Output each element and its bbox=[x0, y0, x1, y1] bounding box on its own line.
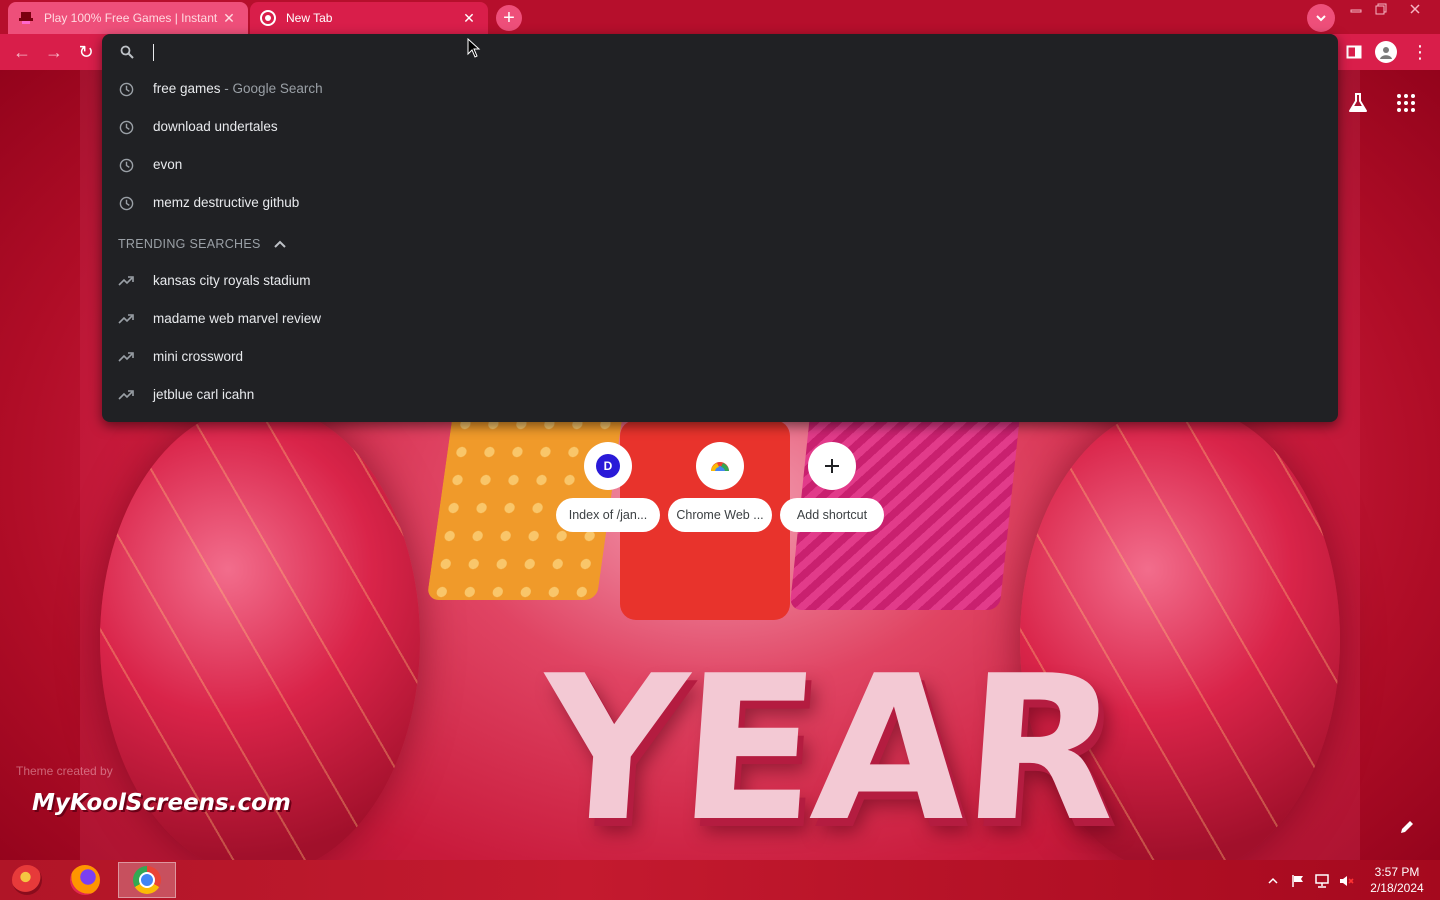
omnibox-row bbox=[102, 34, 1338, 70]
suggestion-text: evon bbox=[153, 157, 183, 172]
suggestion-text: kansas city royals stadium bbox=[153, 273, 311, 288]
action-center-flag-icon[interactable] bbox=[1290, 872, 1306, 890]
tab-title: Play 100% Free Games | Instant & bbox=[44, 11, 220, 25]
omnibox-dropdown: free games - Google Search download unde… bbox=[102, 34, 1338, 422]
tab-search-button[interactable] bbox=[1307, 4, 1335, 32]
google-apps-icon[interactable] bbox=[1394, 91, 1418, 115]
suggestion-trending[interactable]: kansas city royals stadium bbox=[102, 262, 1338, 300]
mouse-cursor-icon bbox=[467, 38, 481, 58]
chevron-up-icon[interactable] bbox=[273, 237, 287, 251]
shortcut-chrome-web-store[interactable]: Chrome Web ... bbox=[668, 442, 772, 534]
shortcut-index-of-jan[interactable]: D Index of /jan... bbox=[556, 442, 660, 534]
network-icon[interactable] bbox=[1314, 872, 1330, 890]
clock-icon bbox=[118, 195, 134, 211]
side-panel-icon bbox=[1346, 45, 1362, 59]
trending-icon bbox=[118, 273, 134, 289]
shortcut-tile bbox=[808, 442, 856, 490]
clock-icon bbox=[118, 157, 134, 173]
tab-new-tab[interactable]: New Tab ✕ bbox=[250, 2, 488, 34]
close-tab-icon[interactable]: ✕ bbox=[220, 9, 238, 27]
windows-taskbar bbox=[0, 860, 1440, 900]
chevron-up-icon bbox=[1268, 877, 1278, 884]
chrome-icon bbox=[260, 10, 276, 26]
clock-icon bbox=[118, 81, 134, 97]
clock-date: 2/18/2024 bbox=[1370, 881, 1424, 895]
clock-icon bbox=[118, 119, 134, 135]
tab-strip: Play 100% Free Games | Instant & ✕ New T… bbox=[0, 0, 1440, 34]
trending-icon bbox=[118, 311, 134, 327]
year-artwork-text: YEAR bbox=[531, 633, 1123, 866]
shortcut-label: Chrome Web ... bbox=[668, 498, 772, 532]
suggestion-history[interactable]: download undertales bbox=[102, 108, 1338, 146]
minimize-window-button[interactable] bbox=[1343, 0, 1369, 18]
clock-time: 3:57 PM bbox=[1374, 865, 1420, 879]
chrome-menu-button[interactable]: ⋮ bbox=[1408, 40, 1432, 64]
site-letter-badge: D bbox=[596, 454, 620, 478]
close-tab-icon[interactable]: ✕ bbox=[460, 9, 478, 27]
theme-credit-link[interactable]: MyKoolScreens.com bbox=[32, 790, 291, 816]
suggestion-trending[interactable]: mini crossword bbox=[102, 338, 1338, 376]
trending-icon bbox=[118, 387, 134, 403]
restore-window-button[interactable] bbox=[1368, 0, 1394, 18]
start-button[interactable] bbox=[0, 862, 54, 898]
start-orb-icon bbox=[12, 865, 42, 895]
suggestion-history[interactable]: free games - Google Search bbox=[102, 70, 1338, 108]
trending-icon bbox=[118, 349, 134, 365]
omnibox-input[interactable] bbox=[152, 40, 1312, 64]
chrome-web-store-icon bbox=[711, 462, 729, 471]
shortcut-tile: D bbox=[584, 442, 632, 490]
pencil-icon bbox=[1401, 821, 1413, 833]
side-panel-button[interactable] bbox=[1342, 40, 1366, 64]
avatar-icon bbox=[1375, 41, 1397, 63]
new-tab-button[interactable]: + bbox=[496, 5, 522, 31]
chrome-labs-icon[interactable] bbox=[1346, 91, 1370, 115]
suggestion-history[interactable]: memz destructive github bbox=[102, 184, 1338, 222]
trending-header-label: TRENDING SEARCHES bbox=[118, 237, 261, 251]
firefox-icon bbox=[70, 865, 100, 895]
suggestion-trending[interactable]: madame web marvel review bbox=[102, 300, 1338, 338]
game-favicon-icon bbox=[18, 10, 34, 26]
suggestion-history[interactable]: evon bbox=[102, 146, 1338, 184]
taskbar-chrome[interactable] bbox=[118, 862, 176, 898]
theme-credit-caption: Theme created by bbox=[16, 764, 113, 778]
tab-title: New Tab bbox=[286, 11, 333, 25]
show-hidden-icons-button[interactable] bbox=[1266, 872, 1280, 890]
chrome-icon bbox=[133, 866, 161, 894]
taskbar-firefox[interactable] bbox=[58, 862, 112, 898]
shortcut-label: Index of /jan... bbox=[556, 498, 660, 532]
reload-button[interactable]: ↻ bbox=[74, 40, 98, 64]
suggestion-text: free games - Google Search bbox=[153, 81, 323, 96]
forward-button[interactable]: → bbox=[42, 40, 66, 64]
shortcut-label: Add shortcut bbox=[780, 498, 884, 532]
suggestion-text: jetblue carl icahn bbox=[153, 387, 255, 402]
system-clock[interactable]: 3:57 PM 2/18/2024 bbox=[1366, 864, 1428, 896]
suggestion-text: download undertales bbox=[153, 119, 278, 134]
search-icon bbox=[118, 43, 136, 61]
plus-icon bbox=[825, 459, 839, 473]
add-shortcut-button[interactable]: Add shortcut bbox=[780, 442, 884, 534]
close-window-button[interactable] bbox=[1400, 0, 1430, 18]
tab-free-games[interactable]: Play 100% Free Games | Instant & ✕ bbox=[8, 2, 248, 34]
volume-muted-icon[interactable] bbox=[1338, 872, 1356, 890]
suggestion-trending[interactable]: jetblue carl icahn bbox=[102, 376, 1338, 414]
profile-button[interactable] bbox=[1374, 40, 1398, 64]
shortcut-tile bbox=[696, 442, 744, 490]
suggestion-text: madame web marvel review bbox=[153, 311, 322, 326]
suggestion-text: mini crossword bbox=[153, 349, 244, 364]
suggestion-text: memz destructive github bbox=[153, 195, 300, 210]
trending-searches-header[interactable]: TRENDING SEARCHES bbox=[118, 234, 287, 254]
customize-chrome-button[interactable] bbox=[1396, 816, 1418, 838]
text-caret bbox=[153, 44, 154, 61]
back-button[interactable]: ← bbox=[10, 40, 34, 64]
chevron-down-icon bbox=[1316, 15, 1326, 22]
